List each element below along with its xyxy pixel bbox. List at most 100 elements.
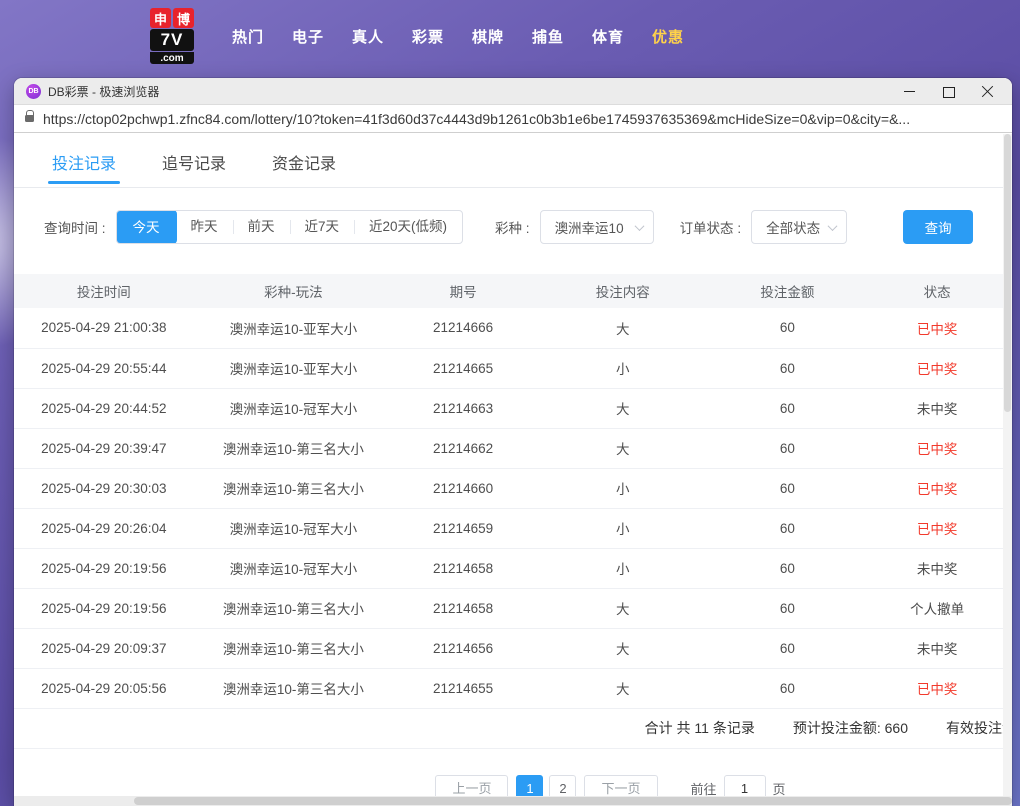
summary-total: 合计 共 11 条记录 [645,718,755,738]
lottery-filter-label: 彩种 : [495,217,530,237]
cell-status: 已中奖 [862,508,1012,548]
lottery-select[interactable]: 澳洲幸运10 [540,210,654,244]
site-nav-item[interactable]: 热门 [232,26,262,47]
chevron-down-icon [634,221,644,231]
cell-issue: 21214660 [393,468,533,508]
cell-bet-content: 大 [533,428,713,468]
minimize-icon[interactable] [903,85,916,98]
cell-bet-content: 小 [533,548,713,588]
cell-bet-amount: 60 [713,508,863,548]
table-row: 2025-04-29 20:55:44 澳洲幸运10-亚军大小 21214665… [14,348,1012,388]
cell-bet-time: 2025-04-29 20:44:52 [14,388,194,428]
query-button[interactable]: 查询 [903,210,973,244]
table-row: 2025-04-29 20:30:03 澳洲幸运10-第三名大小 2121466… [14,468,1012,508]
vertical-scrollbar-thumb[interactable] [1004,134,1011,412]
time-filter-option[interactable]: 昨天 [176,211,233,243]
url-text[interactable]: https://ctop02pchwp1.zfnc84.com/lottery/… [43,111,910,127]
cell-status: 已中奖 [862,308,1012,348]
time-filter-group: 今天 昨天 前天 近7天 近20天(低频) [116,210,464,244]
cell-bet-time: 2025-04-29 20:09:37 [14,628,194,668]
col-bet-amount: 投注金额 [713,274,863,308]
cell-issue: 21214666 [393,308,533,348]
cell-game-play: 澳洲幸运10-冠军大小 [194,548,394,588]
site-nav-item[interactable]: 捕鱼 [532,26,562,47]
col-bet-time: 投注时间 [14,274,194,308]
cell-bet-amount: 60 [713,468,863,508]
site-nav-items: 热门 电子 真人 彩票 棋牌 捕鱼 体育 优惠 [232,26,712,47]
site-nav-item[interactable]: 棋牌 [472,26,502,47]
maximize-icon[interactable] [942,85,955,98]
cell-bet-content: 小 [533,348,713,388]
cell-bet-time: 2025-04-29 21:00:38 [14,308,194,348]
col-bet-content: 投注内容 [533,274,713,308]
table-row: 2025-04-29 20:44:52 澳洲幸运10-冠军大小 21214663… [14,388,1012,428]
table-row: 2025-04-29 20:26:04 澳洲幸运10-冠军大小 21214659… [14,508,1012,548]
cell-bet-amount: 60 [713,548,863,588]
time-filter-option[interactable]: 前天 [233,211,290,243]
site-nav-item[interactable]: 体育 [592,26,622,47]
cell-bet-content: 大 [533,668,713,708]
cell-bet-time: 2025-04-29 20:26:04 [14,508,194,548]
url-bar[interactable]: https://ctop02pchwp1.zfnc84.com/lottery/… [14,104,1012,133]
site-nav: 申 博 7V .com 热门 电子 真人 彩票 棋牌 捕鱼 体育 优惠 [0,0,1020,72]
cell-issue: 21214658 [393,548,533,588]
cell-bet-time: 2025-04-29 20:19:56 [14,548,194,588]
table-row: 2025-04-29 20:19:56 澳洲幸运10-冠军大小 21214658… [14,548,1012,588]
table-row: 2025-04-29 21:00:38 澳洲幸运10-亚军大小 21214666… [14,308,1012,348]
site-nav-item[interactable]: 电子 [292,26,322,47]
chevron-down-icon [828,221,838,231]
cell-issue: 21214658 [393,588,533,628]
cell-game-play: 澳洲幸运10-冠军大小 [194,508,394,548]
cell-bet-amount: 60 [713,388,863,428]
cell-bet-amount: 60 [713,348,863,388]
cell-bet-amount: 60 [713,668,863,708]
tab[interactable]: 追号记录 [162,150,226,187]
logo-tile-2: 博 [173,8,194,28]
close-icon[interactable] [981,85,994,98]
window-titlebar: DB DB彩票 - 极速浏览器 [14,78,1012,104]
time-filter-option[interactable]: 今天 [116,210,177,244]
cell-bet-content: 小 [533,468,713,508]
time-filter-option[interactable]: 近20天(低频) [354,211,462,243]
cell-status: 已中奖 [862,428,1012,468]
table-row: 2025-04-29 20:09:37 澳洲幸运10-第三名大小 2121465… [14,628,1012,668]
table-row: 2025-04-29 20:05:56 澳洲幸运10-第三名大小 2121465… [14,668,1012,708]
summary-expected: 预计投注金额: 660 [793,718,908,738]
site-nav-item[interactable]: 彩票 [412,26,442,47]
cell-bet-content: 大 [533,308,713,348]
status-filter-label: 订单状态 : [680,217,742,237]
logo-com: .com [150,52,194,64]
cell-bet-content: 小 [533,508,713,548]
cell-issue: 21214655 [393,668,533,708]
bet-records-table: 投注时间 彩种-玩法 期号 投注内容 投注金额 状态 2025-04-29 21… [14,274,1012,709]
cell-status: 已中奖 [862,668,1012,708]
window-title: DB彩票 - 极速浏览器 [48,83,903,100]
order-status-value: 全部状态 [766,217,820,237]
cell-game-play: 澳洲幸运10-第三名大小 [194,588,394,628]
col-game-play: 彩种-玩法 [194,274,394,308]
order-status-select[interactable]: 全部状态 [751,210,847,244]
horizontal-scrollbar-thumb[interactable] [134,797,1012,805]
cell-status: 未中奖 [862,628,1012,668]
site-logo[interactable]: 申 博 7V .com [148,8,196,64]
cell-status: 未中奖 [862,388,1012,428]
cell-bet-time: 2025-04-29 20:39:47 [14,428,194,468]
site-nav-item[interactable]: 优惠 [652,26,682,47]
vertical-scrollbar[interactable] [1003,134,1012,796]
cell-bet-content: 大 [533,588,713,628]
cell-status: 已中奖 [862,468,1012,508]
cell-issue: 21214656 [393,628,533,668]
horizontal-scrollbar[interactable] [14,796,1012,806]
site-nav-item[interactable]: 真人 [352,26,382,47]
lock-icon [25,115,34,122]
cell-game-play: 澳洲幸运10-第三名大小 [194,428,394,468]
logo-7v: 7V [150,29,194,51]
time-filter-option[interactable]: 近7天 [290,211,355,243]
logo-tile-1: 申 [150,8,171,28]
cell-bet-amount: 60 [713,628,863,668]
tab[interactable]: 投注记录 [52,150,116,187]
page-content: 投注记录 追号记录 资金记录 查询时间 : 今天 昨天 前天 近7天 近2 [14,133,1012,796]
table-row: 2025-04-29 20:39:47 澳洲幸运10-第三名大小 2121466… [14,428,1012,468]
tab[interactable]: 资金记录 [272,150,336,187]
cell-game-play: 澳洲幸运10-冠军大小 [194,388,394,428]
